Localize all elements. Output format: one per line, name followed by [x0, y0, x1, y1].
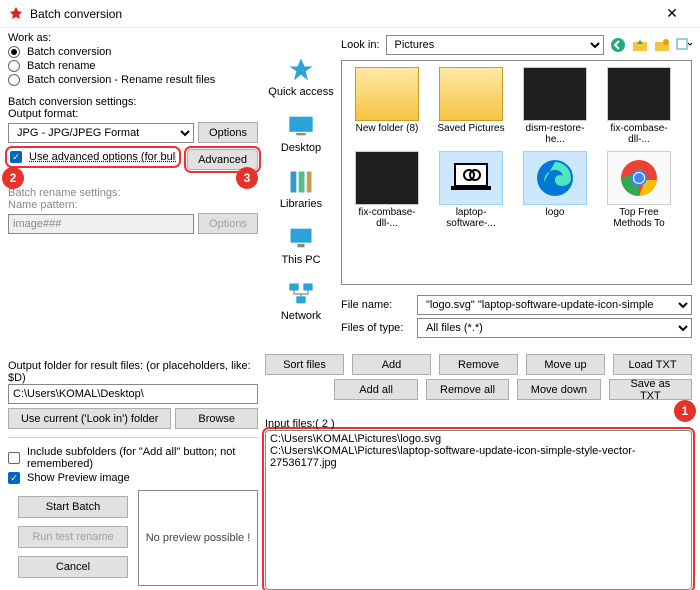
place-libraries[interactable]: Libraries: [265, 164, 337, 214]
remove-all-button[interactable]: Remove all: [426, 379, 509, 400]
callout-1: 1: [674, 400, 696, 422]
advanced-options-checkbox[interactable]: [10, 151, 22, 163]
place-desktop[interactable]: Desktop: [265, 108, 337, 158]
lookin-select[interactable]: Pictures: [386, 35, 604, 55]
cancel-button[interactable]: Cancel: [18, 556, 128, 578]
add-all-button[interactable]: Add all: [334, 379, 417, 400]
browse-button[interactable]: Browse: [175, 408, 258, 429]
load-txt-button[interactable]: Load TXT: [613, 354, 692, 375]
input-file-row[interactable]: C:\Users\KOMAL\Pictures\logo.svg: [270, 433, 687, 445]
close-button[interactable]: ✕: [652, 5, 692, 22]
output-format-select[interactable]: JPG - JPG/JPEG Format: [8, 123, 194, 143]
output-format-label: Output format:: [8, 108, 258, 120]
place-this-pc[interactable]: This PC: [265, 220, 337, 270]
workas-label: Work as:: [8, 32, 258, 44]
output-folder-input[interactable]: [8, 384, 258, 404]
file-item[interactable]: Saved Pictures: [432, 67, 510, 145]
output-options-button[interactable]: Options: [198, 122, 258, 143]
back-icon[interactable]: [610, 37, 626, 53]
file-item[interactable]: logo: [516, 151, 594, 229]
include-subfolders-check[interactable]: Include subfolders (for "Add all" button…: [8, 446, 258, 470]
callout-3: 3: [236, 167, 258, 189]
places-bar: Quick access Desktop Libraries This PC N…: [265, 52, 337, 326]
callout-2: 2: [2, 167, 24, 189]
new-folder-icon[interactable]: [654, 37, 670, 53]
add-button[interactable]: Add: [352, 354, 431, 375]
file-item[interactable]: New folder (8): [348, 67, 426, 145]
place-network[interactable]: Network: [265, 276, 337, 326]
remove-button[interactable]: Remove: [439, 354, 518, 375]
app-icon: [8, 6, 24, 22]
file-name-label: File name:: [341, 299, 411, 311]
save-txt-button[interactable]: Save as TXT: [609, 379, 692, 400]
use-current-folder-button[interactable]: Use current ('Look in') folder: [8, 408, 171, 429]
bcs-header: Batch conversion settings:: [8, 96, 258, 108]
radio-batch-conversion[interactable]: Batch conversion: [8, 46, 258, 58]
file-type-label: Files of type:: [341, 322, 411, 334]
file-item[interactable]: fix-combase-dll-...: [600, 67, 678, 145]
sort-files-button[interactable]: Sort files: [265, 354, 344, 375]
output-folder-label: Output folder for result files: (or plac…: [8, 360, 258, 384]
file-item[interactable]: dism-restore-he...: [516, 67, 594, 145]
move-down-button[interactable]: Move down: [517, 379, 600, 400]
name-pattern-input: [8, 214, 194, 234]
input-files-label: Input files:( 2 ): [265, 418, 335, 430]
window-title: Batch conversion: [30, 7, 652, 21]
file-item[interactable]: fix-combase-dll-...: [348, 151, 426, 229]
preview-area: No preview possible !: [138, 490, 258, 586]
radio-batch-both[interactable]: Batch conversion - Rename result files: [8, 74, 258, 86]
input-files-list[interactable]: C:\Users\KOMAL\Pictures\logo.svgC:\Users…: [265, 430, 692, 590]
file-item[interactable]: laptop-software-...: [432, 151, 510, 229]
view-menu-icon[interactable]: [676, 37, 692, 53]
move-up-button[interactable]: Move up: [526, 354, 605, 375]
up-folder-icon[interactable]: [632, 37, 648, 53]
start-batch-button[interactable]: Start Batch: [18, 496, 128, 518]
input-file-row[interactable]: C:\Users\KOMAL\Pictures\laptop-software-…: [270, 445, 687, 469]
advanced-options-check-wrap[interactable]: Use advanced options (for bulk resize...…: [8, 149, 178, 165]
rename-options-button: Options: [198, 213, 258, 234]
place-quick-access[interactable]: Quick access: [265, 52, 337, 102]
radio-batch-rename[interactable]: Batch rename: [8, 60, 258, 72]
run-test-rename-button: Run test rename: [18, 526, 128, 548]
pattern-label: Name pattern:: [8, 199, 258, 211]
brs-header: Batch rename settings:: [8, 187, 258, 199]
lookin-label: Look in:: [341, 39, 380, 51]
show-preview-check[interactable]: Show Preview image: [8, 472, 258, 484]
file-browser[interactable]: New folder (8)Saved Picturesdism-restore…: [341, 60, 692, 285]
file-name-field[interactable]: "logo.svg" "laptop-software-update-icon-…: [417, 295, 692, 315]
titlebar: Batch conversion ✕: [0, 0, 700, 28]
file-item[interactable]: Top Free Methods To Convert PST ...: [600, 151, 678, 229]
file-type-field[interactable]: All files (*.*): [417, 318, 692, 338]
